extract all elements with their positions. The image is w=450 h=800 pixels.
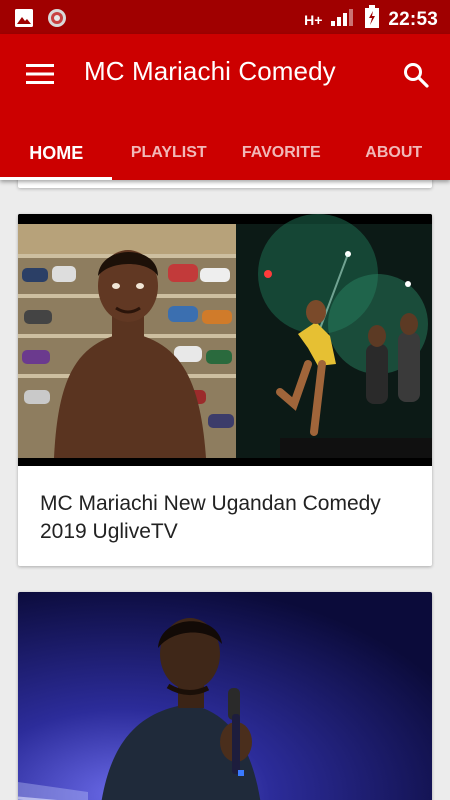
network-type: H+ <box>304 11 323 28</box>
video-card[interactable]: MC Mariachi New Ugandan Comedy 2019 Ugli… <box>18 214 432 566</box>
video-thumbnail[interactable] <box>18 592 432 800</box>
video-list[interactable]: MC Mariachi New Ugandan Comedy 2019 Ugli… <box>0 180 450 800</box>
video-thumbnail[interactable] <box>18 214 432 466</box>
app-bar: MC Mariachi Comedy HOME PLAYLIST FAVORIT… <box>0 34 450 180</box>
video-card[interactable] <box>18 592 432 800</box>
hamburger-menu-icon[interactable] <box>20 56 60 92</box>
video-title[interactable]: MC Mariachi New Ugandan Comedy 2019 Ugli… <box>40 490 420 546</box>
video-card-partial[interactable] <box>18 180 432 188</box>
clock: 22:53 <box>388 8 438 30</box>
notification-icon <box>46 7 68 34</box>
signal-icon <box>330 7 356 32</box>
tab-bar: HOME PLAYLIST FAVORITE ABOUT <box>0 126 450 180</box>
tab-favorite[interactable]: FAVORITE <box>225 126 338 180</box>
tab-about[interactable]: ABOUT <box>338 126 450 180</box>
battery-icon <box>364 5 380 34</box>
app-title: MC Mariachi Comedy <box>84 56 336 86</box>
status-bar: H+ 22:53 <box>0 0 450 34</box>
image-icon <box>14 8 34 33</box>
search-icon[interactable] <box>396 55 436 95</box>
tab-home[interactable]: HOME <box>0 126 113 180</box>
tab-playlist[interactable]: PLAYLIST <box>113 126 226 180</box>
